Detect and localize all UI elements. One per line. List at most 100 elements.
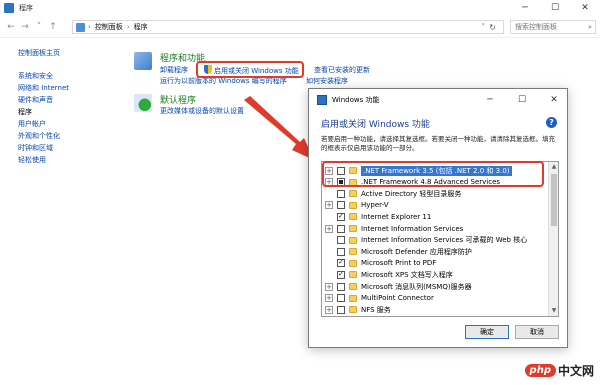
breadcrumb-control-panel[interactable]: 控制面板 bbox=[95, 22, 123, 32]
feature-label: MultiPoint Connector bbox=[361, 294, 434, 303]
back-icon[interactable]: ← bbox=[4, 20, 18, 34]
folder-icon bbox=[349, 248, 357, 256]
change-defaults-link[interactable]: 更改媒体或设备的默认设置 bbox=[160, 106, 244, 116]
feature-label: Microsoft 消息队列(MSMQ)服务器 bbox=[361, 282, 472, 291]
help-icon[interactable]: ? bbox=[546, 117, 557, 128]
default-programs-title[interactable]: 默认程序 bbox=[160, 93, 196, 106]
chevron-down-icon[interactable]: ˅ bbox=[482, 23, 486, 31]
feature-label: Hyper-V bbox=[361, 201, 389, 210]
default-programs-icon bbox=[134, 94, 152, 112]
scroll-thumb[interactable] bbox=[551, 174, 557, 226]
windows-features-icon bbox=[317, 95, 327, 105]
feature-row[interactable]: + MultiPoint Connector bbox=[322, 293, 548, 304]
folder-icon bbox=[349, 236, 357, 244]
feature-checkbox[interactable] bbox=[337, 224, 345, 233]
minimize-button[interactable]: ─ bbox=[510, 0, 540, 16]
folder-icon bbox=[349, 294, 357, 302]
expand-icon[interactable]: + bbox=[325, 305, 333, 314]
scroll-down-icon[interactable]: ▼ bbox=[549, 306, 558, 316]
folder-icon bbox=[349, 225, 357, 232]
feature-checkbox[interactable] bbox=[337, 270, 345, 279]
cancel-button[interactable]: 取消 bbox=[515, 325, 559, 339]
search-input[interactable]: 搜索控制面板 ⌕ bbox=[510, 20, 596, 34]
feature-checkbox[interactable] bbox=[337, 282, 345, 291]
control-panel-icon bbox=[4, 3, 14, 13]
sidebar-home-link[interactable]: 控制面板主页 bbox=[18, 48, 128, 58]
breadcrumb-separator: › bbox=[88, 23, 91, 31]
control-panel-icon bbox=[76, 22, 85, 32]
folder-icon bbox=[349, 201, 357, 209]
feature-checkbox[interactable] bbox=[337, 212, 345, 221]
up-icon[interactable]: ↑ bbox=[46, 20, 60, 34]
address-bar[interactable]: › 控制面板 › 程序 ˅ ↻ bbox=[72, 20, 504, 34]
address-toolbar: ← → ˅ ↑ › 控制面板 › 程序 ˅ ↻ 搜索控制面板 ⌕ bbox=[0, 16, 600, 38]
windows-features-dialog: Windows 功能 ─ ☐ ✕ 启用或关闭 Windows 功能 ? 若要启用… bbox=[308, 88, 568, 348]
close-button[interactable]: ✕ bbox=[570, 0, 600, 16]
sidebar-item-system-security[interactable]: 系统和安全 bbox=[18, 70, 128, 82]
sidebar-item-user-accounts[interactable]: 用户帐户 bbox=[18, 118, 128, 130]
dialog-heading: 启用或关闭 Windows 功能 bbox=[321, 120, 430, 130]
breadcrumb-programs[interactable]: 程序 bbox=[134, 22, 148, 32]
scroll-up-icon[interactable]: ▲ bbox=[549, 162, 558, 172]
dialog-close-button[interactable]: ✕ bbox=[543, 89, 565, 111]
sidebar-item-appearance[interactable]: 外观和个性化 bbox=[18, 130, 128, 142]
view-updates-link[interactable]: 查看已安装的更新 bbox=[314, 65, 370, 75]
feature-row[interactable]: + Internet Information Services bbox=[322, 223, 548, 234]
sidebar: 控制面板主页 系统和安全 网络和 Internet 硬件和声音 程序 用户帐户 … bbox=[18, 48, 128, 166]
feature-checkbox[interactable] bbox=[337, 247, 345, 256]
forward-icon[interactable]: → bbox=[18, 20, 32, 34]
feature-checkbox[interactable] bbox=[337, 294, 345, 303]
feature-checkbox[interactable] bbox=[337, 201, 345, 210]
programs-icon bbox=[134, 52, 152, 70]
expand-icon[interactable]: + bbox=[325, 201, 333, 210]
feature-label: Microsoft Print to PDF bbox=[361, 259, 437, 268]
feature-label: Microsoft XPS 文档写入程序 bbox=[361, 270, 453, 279]
maximize-button[interactable]: ☐ bbox=[540, 0, 570, 16]
ok-button[interactable]: 确定 bbox=[465, 325, 509, 339]
folder-icon bbox=[349, 283, 357, 290]
vertical-scrollbar[interactable]: ▲ ▼ bbox=[548, 162, 558, 316]
sidebar-item-clock-region[interactable]: 时钟和区域 bbox=[18, 142, 128, 154]
sidebar-item-network[interactable]: 网络和 Internet bbox=[18, 82, 128, 94]
watermark-cn: 中文网 bbox=[557, 364, 594, 378]
sidebar-item-ease-of-access[interactable]: 轻松使用 bbox=[18, 154, 128, 166]
how-install-link[interactable]: 如何安装程序 bbox=[306, 76, 348, 86]
feature-label: Internet Information Services bbox=[361, 224, 464, 233]
folder-icon bbox=[349, 306, 357, 314]
feature-label: Microsoft Defender 应用程序防护 bbox=[361, 247, 472, 256]
uninstall-link[interactable]: 卸载程序 bbox=[160, 65, 188, 75]
feature-checkbox[interactable] bbox=[337, 305, 345, 314]
expand-icon[interactable]: + bbox=[325, 294, 333, 303]
folder-icon bbox=[349, 190, 357, 198]
feature-row[interactable]: + Microsoft 消息队列(MSMQ)服务器 bbox=[322, 281, 548, 292]
feature-row[interactable]: + Hyper-V bbox=[322, 200, 548, 211]
refresh-icon[interactable]: ↻ bbox=[489, 23, 496, 32]
feature-row[interactable]: Internet Information Services 可承载的 Web 核… bbox=[322, 235, 548, 246]
expand-icon[interactable]: + bbox=[325, 224, 333, 233]
feature-row[interactable]: + NFS 服务 bbox=[322, 304, 548, 315]
recent-dropdown-icon[interactable]: ˅ bbox=[32, 20, 46, 34]
watermark-php: php bbox=[524, 364, 556, 377]
feature-row[interactable]: Internet Explorer 11 bbox=[322, 211, 548, 222]
sidebar-item-hardware-sound[interactable]: 硬件和声音 bbox=[18, 94, 128, 106]
breadcrumb-separator: › bbox=[126, 23, 130, 31]
feature-checkbox[interactable] bbox=[337, 236, 345, 245]
feature-row[interactable]: Microsoft XPS 文档写入程序 bbox=[322, 269, 548, 280]
feature-row[interactable]: Microsoft Print to PDF bbox=[322, 258, 548, 269]
feature-row[interactable]: Microsoft Defender 应用程序防护 bbox=[322, 246, 548, 257]
dialog-maximize-button[interactable]: ☐ bbox=[511, 89, 533, 111]
expand-icon[interactable]: + bbox=[325, 282, 333, 291]
window-titlebar: 程序 ─ ☐ ✕ bbox=[0, 0, 600, 16]
feature-row[interactable]: Active Directory 轻型目录服务 bbox=[322, 188, 548, 199]
feature-checkbox[interactable] bbox=[337, 258, 345, 268]
feature-checkbox[interactable] bbox=[337, 189, 345, 198]
dialog-minimize-button[interactable]: ─ bbox=[479, 89, 501, 111]
dialog-description: 若要启用一种功能，请选择其复选框。若要关闭一种功能，请清除其复选框。填充的框表示… bbox=[321, 135, 555, 152]
window-title: 程序 bbox=[19, 4, 33, 12]
dialog-titlebar: Windows 功能 ─ ☐ ✕ bbox=[309, 89, 567, 111]
sidebar-item-programs: 程序 bbox=[18, 108, 32, 116]
